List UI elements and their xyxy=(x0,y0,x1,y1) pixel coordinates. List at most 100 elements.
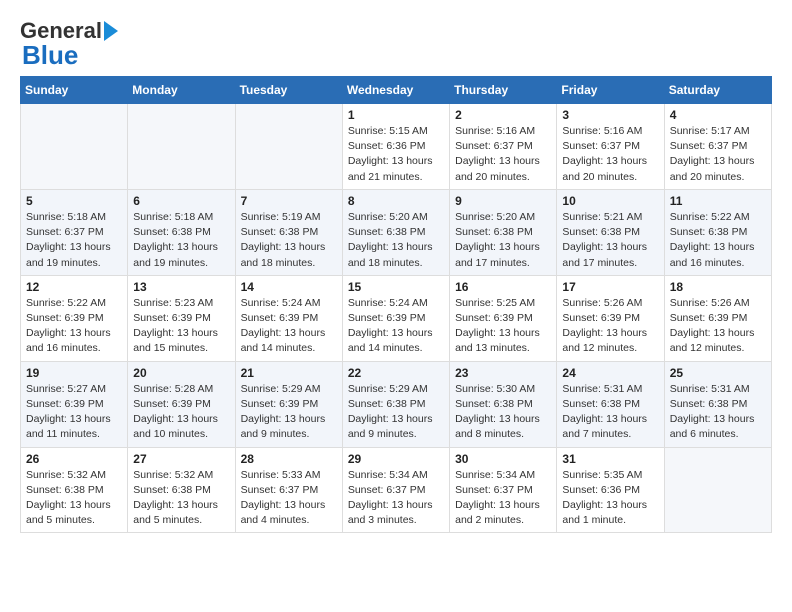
column-header-monday: Monday xyxy=(128,77,235,104)
column-header-thursday: Thursday xyxy=(450,77,557,104)
day-number: 6 xyxy=(133,194,229,208)
page-header: General Blue xyxy=(20,20,772,68)
day-info: Sunrise: 5:15 AM Sunset: 6:36 PM Dayligh… xyxy=(348,124,444,185)
day-info: Sunrise: 5:18 AM Sunset: 6:37 PM Dayligh… xyxy=(26,210,122,271)
day-info: Sunrise: 5:25 AM Sunset: 6:39 PM Dayligh… xyxy=(455,296,551,357)
day-info: Sunrise: 5:31 AM Sunset: 6:38 PM Dayligh… xyxy=(562,382,658,443)
day-number: 15 xyxy=(348,280,444,294)
calendar-cell: 27 Sunrise: 5:32 AM Sunset: 6:38 PM Dayli… xyxy=(128,447,235,533)
column-header-tuesday: Tuesday xyxy=(235,77,342,104)
day-number: 8 xyxy=(348,194,444,208)
day-number: 10 xyxy=(562,194,658,208)
day-info: Sunrise: 5:21 AM Sunset: 6:38 PM Dayligh… xyxy=(562,210,658,271)
calendar-cell xyxy=(21,104,128,190)
calendar-cell: 11Sunrise: 5:22 AM Sunset: 6:38 PM Dayli… xyxy=(664,189,771,275)
day-number: 13 xyxy=(133,280,229,294)
column-header-saturday: Saturday xyxy=(664,77,771,104)
calendar-cell: 13 Sunrise: 5:23 AM Sunset: 6:39 PM Dayli… xyxy=(128,275,235,361)
day-number: 26 xyxy=(26,452,122,466)
day-number: 3 xyxy=(562,108,658,122)
calendar-cell: 23 Sunrise: 5:30 AM Sunset: 6:38 PM Dayli… xyxy=(450,361,557,447)
calendar-cell xyxy=(664,447,771,533)
day-info: Sunrise: 5:34 AM Sunset: 6:37 PM Dayligh… xyxy=(348,468,444,529)
calendar-cell: 2Sunrise: 5:16 AM Sunset: 6:37 PM Daylig… xyxy=(450,104,557,190)
day-info: Sunrise: 5:32 AM Sunset: 6:38 PM Dayligh… xyxy=(133,468,229,529)
day-number: 17 xyxy=(562,280,658,294)
day-number: 23 xyxy=(455,366,551,380)
calendar-cell: 21Sunrise: 5:29 AM Sunset: 6:39 PM Dayli… xyxy=(235,361,342,447)
day-number: 21 xyxy=(241,366,337,380)
calendar-cell: 4 Sunrise: 5:17 AM Sunset: 6:37 PM Daylig… xyxy=(664,104,771,190)
calendar-cell: 7 Sunrise: 5:19 AM Sunset: 6:38 PM Daylig… xyxy=(235,189,342,275)
day-info: Sunrise: 5:17 AM Sunset: 6:37 PM Dayligh… xyxy=(670,124,766,185)
day-info: Sunrise: 5:31 AM Sunset: 6:38 PM Dayligh… xyxy=(670,382,766,443)
day-number: 22 xyxy=(348,366,444,380)
column-header-friday: Friday xyxy=(557,77,664,104)
column-header-sunday: Sunday xyxy=(21,77,128,104)
day-number: 5 xyxy=(26,194,122,208)
day-info: Sunrise: 5:20 AM Sunset: 6:38 PM Dayligh… xyxy=(455,210,551,271)
calendar-cell xyxy=(235,104,342,190)
day-info: Sunrise: 5:24 AM Sunset: 6:39 PM Dayligh… xyxy=(241,296,337,357)
calendar-cell: 1Sunrise: 5:15 AM Sunset: 6:36 PM Daylig… xyxy=(342,104,449,190)
day-info: Sunrise: 5:27 AM Sunset: 6:39 PM Dayligh… xyxy=(26,382,122,443)
day-info: Sunrise: 5:29 AM Sunset: 6:38 PM Dayligh… xyxy=(348,382,444,443)
calendar-table: SundayMondayTuesdayWednesdayThursdayFrid… xyxy=(20,76,772,533)
calendar-cell: 20 Sunrise: 5:28 AM Sunset: 6:39 PM Dayli… xyxy=(128,361,235,447)
day-info: Sunrise: 5:26 AM Sunset: 6:39 PM Dayligh… xyxy=(562,296,658,357)
day-info: Sunrise: 5:24 AM Sunset: 6:39 PM Dayligh… xyxy=(348,296,444,357)
day-number: 24 xyxy=(562,366,658,380)
calendar-cell xyxy=(128,104,235,190)
calendar-cell: 14 Sunrise: 5:24 AM Sunset: 6:39 PM Dayli… xyxy=(235,275,342,361)
day-info: Sunrise: 5:23 AM Sunset: 6:39 PM Dayligh… xyxy=(133,296,229,357)
day-info: Sunrise: 5:35 AM Sunset: 6:36 PM Dayligh… xyxy=(562,468,658,529)
calendar-cell: 19Sunrise: 5:27 AM Sunset: 6:39 PM Dayli… xyxy=(21,361,128,447)
calendar-cell: 12 Sunrise: 5:22 AM Sunset: 6:39 PM Dayli… xyxy=(21,275,128,361)
calendar-cell: 8 Sunrise: 5:20 AM Sunset: 6:38 PM Daylig… xyxy=(342,189,449,275)
day-number: 29 xyxy=(348,452,444,466)
day-info: Sunrise: 5:16 AM Sunset: 6:37 PM Dayligh… xyxy=(455,124,551,185)
day-info: Sunrise: 5:30 AM Sunset: 6:38 PM Dayligh… xyxy=(455,382,551,443)
day-info: Sunrise: 5:20 AM Sunset: 6:38 PM Dayligh… xyxy=(348,210,444,271)
column-header-wednesday: Wednesday xyxy=(342,77,449,104)
day-info: Sunrise: 5:26 AM Sunset: 6:39 PM Dayligh… xyxy=(670,296,766,357)
day-number: 30 xyxy=(455,452,551,466)
day-info: Sunrise: 5:22 AM Sunset: 6:38 PM Dayligh… xyxy=(670,210,766,271)
day-number: 28 xyxy=(241,452,337,466)
calendar-cell: 31 Sunrise: 5:35 AM Sunset: 6:36 PM Dayli… xyxy=(557,447,664,533)
day-number: 16 xyxy=(455,280,551,294)
logo: General Blue xyxy=(20,20,118,68)
calendar-cell: 16 Sunrise: 5:25 AM Sunset: 6:39 PM Dayli… xyxy=(450,275,557,361)
day-info: Sunrise: 5:16 AM Sunset: 6:37 PM Dayligh… xyxy=(562,124,658,185)
day-info: Sunrise: 5:32 AM Sunset: 6:38 PM Dayligh… xyxy=(26,468,122,529)
day-number: 12 xyxy=(26,280,122,294)
day-number: 9 xyxy=(455,194,551,208)
calendar-cell: 30 Sunrise: 5:34 AM Sunset: 6:37 PM Dayli… xyxy=(450,447,557,533)
calendar-cell: 22 Sunrise: 5:29 AM Sunset: 6:38 PM Dayli… xyxy=(342,361,449,447)
calendar-cell: 5 Sunrise: 5:18 AM Sunset: 6:37 PM Daylig… xyxy=(21,189,128,275)
day-info: Sunrise: 5:18 AM Sunset: 6:38 PM Dayligh… xyxy=(133,210,229,271)
day-info: Sunrise: 5:19 AM Sunset: 6:38 PM Dayligh… xyxy=(241,210,337,271)
day-number: 4 xyxy=(670,108,766,122)
calendar-cell: 26 Sunrise: 5:32 AM Sunset: 6:38 PM Dayli… xyxy=(21,447,128,533)
calendar-cell: 3 Sunrise: 5:16 AM Sunset: 6:37 PM Daylig… xyxy=(557,104,664,190)
calendar-cell: 10 Sunrise: 5:21 AM Sunset: 6:38 PM Dayli… xyxy=(557,189,664,275)
day-number: 27 xyxy=(133,452,229,466)
logo-arrow-icon xyxy=(104,21,118,41)
day-info: Sunrise: 5:28 AM Sunset: 6:39 PM Dayligh… xyxy=(133,382,229,443)
calendar-cell: 17 Sunrise: 5:26 AM Sunset: 6:39 PM Dayli… xyxy=(557,275,664,361)
day-number: 14 xyxy=(241,280,337,294)
calendar-cell: 18Sunrise: 5:26 AM Sunset: 6:39 PM Dayli… xyxy=(664,275,771,361)
calendar-cell: 29 Sunrise: 5:34 AM Sunset: 6:37 PM Dayli… xyxy=(342,447,449,533)
day-info: Sunrise: 5:22 AM Sunset: 6:39 PM Dayligh… xyxy=(26,296,122,357)
day-info: Sunrise: 5:34 AM Sunset: 6:37 PM Dayligh… xyxy=(455,468,551,529)
calendar-cell: 28Sunrise: 5:33 AM Sunset: 6:37 PM Dayli… xyxy=(235,447,342,533)
logo-blue-text: Blue xyxy=(22,42,78,68)
day-number: 31 xyxy=(562,452,658,466)
calendar-cell: 6 Sunrise: 5:18 AM Sunset: 6:38 PM Daylig… xyxy=(128,189,235,275)
calendar-cell: 9 Sunrise: 5:20 AM Sunset: 6:38 PM Daylig… xyxy=(450,189,557,275)
day-number: 7 xyxy=(241,194,337,208)
day-number: 25 xyxy=(670,366,766,380)
calendar-cell: 15 Sunrise: 5:24 AM Sunset: 6:39 PM Dayli… xyxy=(342,275,449,361)
day-number: 20 xyxy=(133,366,229,380)
